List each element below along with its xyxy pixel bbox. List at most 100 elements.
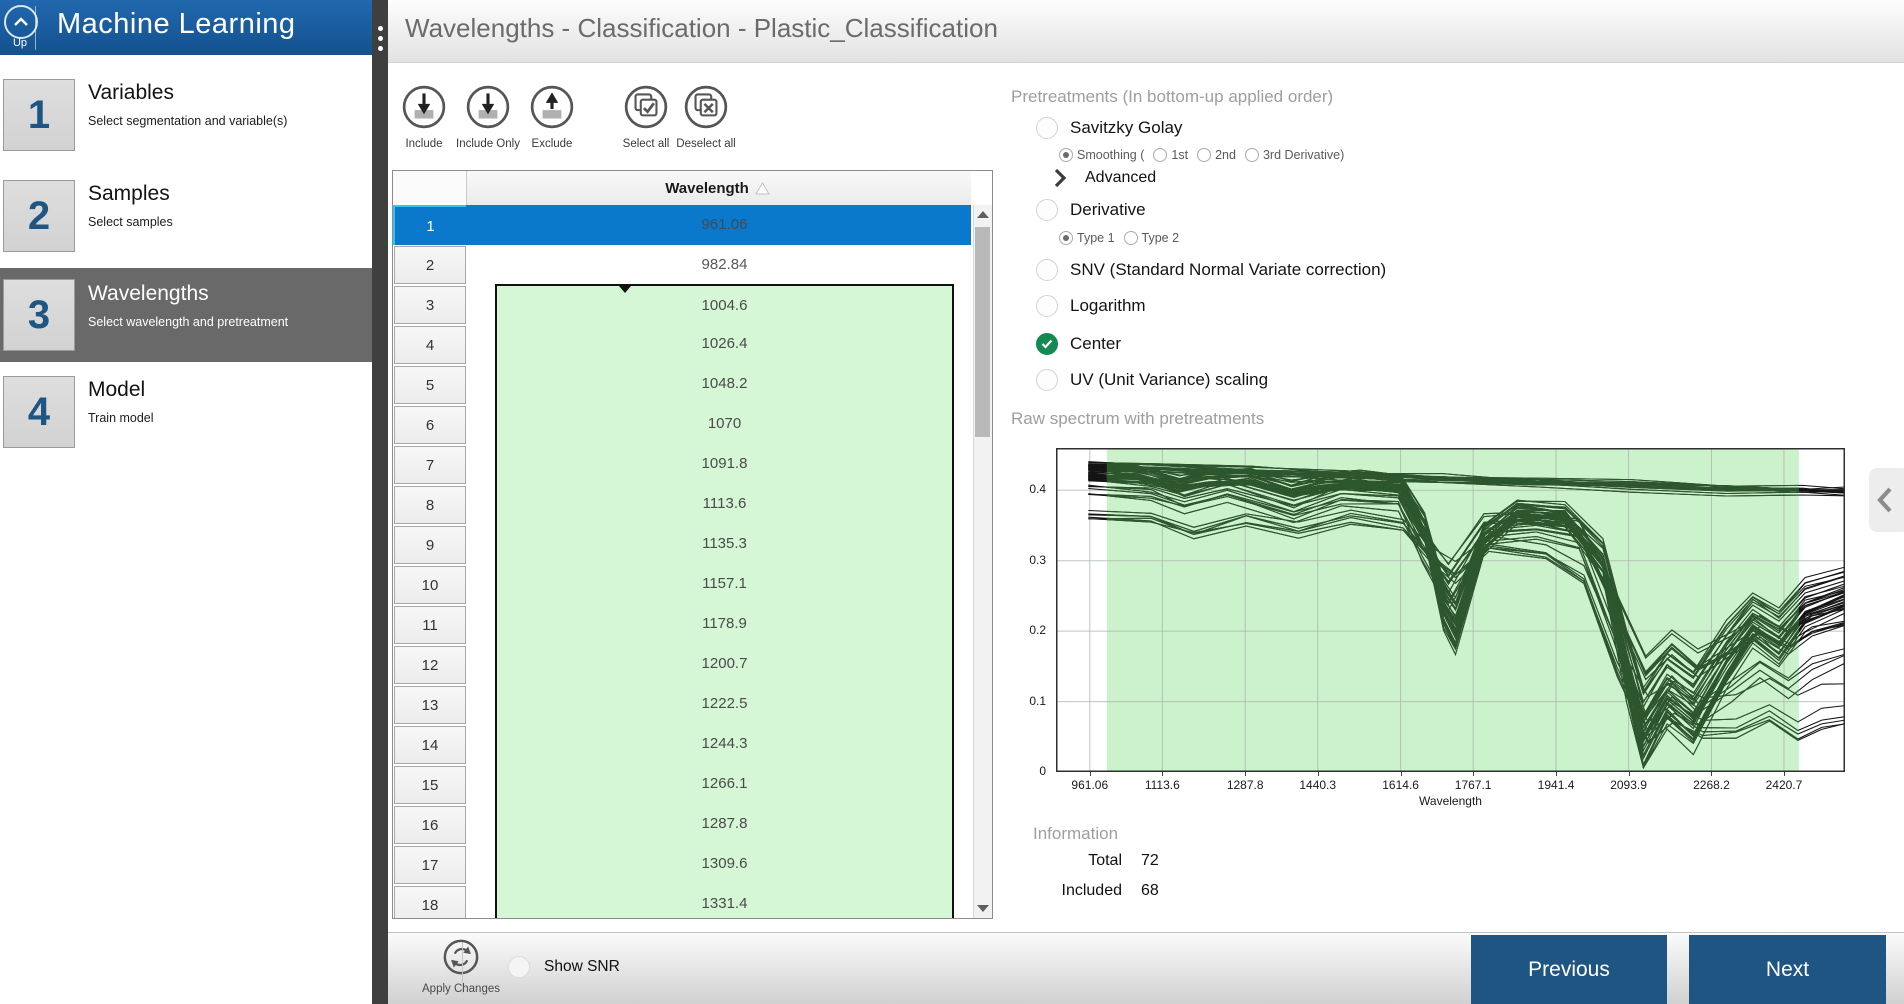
included-range-cell[interactable]: 1070 [495, 404, 954, 445]
wavelength-cell[interactable]: 1026.4 [466, 325, 971, 365]
pretreatment-derivative[interactable]: Derivative [1036, 199, 1146, 221]
included-range-cell[interactable]: 1135.3 [495, 524, 954, 565]
included-range-cell[interactable]: 1178.9 [495, 604, 954, 645]
wavelength-column-header[interactable]: Wavelength [665, 180, 749, 197]
pretreatment-snv[interactable]: SNV (Standard Normal Variate correction) [1036, 259, 1386, 281]
included-range-cell[interactable]: 1091.8 [495, 444, 954, 485]
table-row[interactable]: 111178.9 [393, 605, 971, 646]
smoothing-radio[interactable]: Smoothing ( [1059, 148, 1144, 162]
type-1-radio[interactable]: Type 1 [1059, 231, 1115, 245]
wavelength-cell[interactable]: 1331.4 [466, 885, 971, 919]
included-range-cell[interactable]: 1309.6 [495, 844, 954, 885]
deselect-all-button[interactable]: Deselect all [668, 84, 744, 150]
wavelength-cell[interactable]: 1287.8 [466, 805, 971, 845]
included-range-cell[interactable]: 1004.6 [495, 284, 954, 325]
included-range-cell[interactable]: 1048.2 [495, 364, 954, 405]
sidebar-step-variables[interactable]: 1 Variables Select segmentation and vari… [0, 77, 372, 157]
wavelength-cell[interactable]: 1135.3 [466, 525, 971, 565]
wavelength-cell[interactable]: 1004.6 [466, 285, 971, 325]
table-row[interactable]: 131222.5 [393, 685, 971, 726]
previous-button[interactable]: Previous [1471, 935, 1667, 1004]
wavelength-cell[interactable]: 1113.6 [466, 485, 971, 525]
row-number[interactable]: 14 [394, 726, 466, 764]
row-number[interactable]: 8 [394, 486, 466, 524]
scroll-up-icon[interactable] [977, 211, 989, 218]
sidebar-splitter[interactable] [372, 0, 388, 1004]
sidebar-step-wavelengths[interactable]: 3 Wavelengths Select wavelength and pret… [0, 268, 372, 362]
row-number[interactable]: 6 [394, 406, 466, 444]
wavelength-cell[interactable]: 982.84 [466, 245, 971, 285]
third-derivative-radio[interactable]: 3rd Derivative) [1245, 148, 1344, 162]
wavelength-cell[interactable]: 1222.5 [466, 685, 971, 725]
table-row[interactable]: 10 1157.1 [393, 565, 971, 606]
show-snr-toggle[interactable]: Show SNR [508, 956, 620, 978]
table-scrollbar[interactable] [973, 205, 992, 918]
scroll-down-icon[interactable] [977, 905, 989, 912]
included-range-cell[interactable]: 1331.4 [495, 884, 954, 919]
logarithm-checkbox[interactable] [1036, 295, 1058, 317]
wavelength-cell[interactable]: 1048.2 [466, 365, 971, 405]
table-row[interactable]: 9 1135.3 [393, 525, 971, 566]
row-number[interactable]: 13 [394, 686, 466, 724]
second-derivative-radio[interactable]: 2nd [1197, 148, 1236, 162]
table-row[interactable]: 6 1070 [393, 405, 971, 446]
collapse-panel-tab[interactable] [1869, 468, 1904, 532]
first-derivative-radio[interactable]: 1st [1153, 148, 1188, 162]
included-range-cell[interactable]: 1157.1 [495, 564, 954, 605]
included-range-cell[interactable]: 1244.3 [495, 724, 954, 765]
pretreatment-logarithm[interactable]: Logarithm [1036, 295, 1146, 317]
wavelength-cell[interactable]: 1157.1 [466, 565, 971, 605]
center-checked-icon[interactable] [1036, 333, 1058, 355]
wavelength-cell[interactable]: 1244.3 [466, 725, 971, 765]
row-number[interactable]: 3 [394, 286, 466, 324]
snv-checkbox[interactable] [1036, 259, 1058, 281]
table-row[interactable]: 3 1004.6 [393, 285, 971, 326]
included-range-cell[interactable]: 1287.8 [495, 804, 954, 845]
table-row[interactable]: 7 1091.8 [393, 445, 971, 486]
wavelength-cell[interactable]: 1070 [466, 405, 971, 445]
row-number[interactable]: 10 [394, 566, 466, 604]
show-snr-checkbox[interactable] [508, 956, 530, 978]
wavelength-cell[interactable]: 1200.7 [466, 645, 971, 685]
table-row[interactable]: 8 1113.6 [393, 485, 971, 526]
row-number[interactable]: 18 [394, 886, 466, 919]
wavelength-cell[interactable]: 1309.6 [466, 845, 971, 885]
row-number[interactable]: 2 [394, 246, 466, 284]
row-number[interactable]: 7 [394, 446, 466, 484]
table-row[interactable]: 15 1266.1 [393, 765, 971, 806]
advanced-expander[interactable]: Advanced [1053, 168, 1156, 188]
row-number[interactable]: 17 [394, 846, 466, 884]
row-number[interactable]: 16 [394, 806, 466, 844]
table-row[interactable]: 18 1331.4 [393, 885, 971, 919]
table-row[interactable]: 121200.7 [393, 645, 971, 686]
table-row[interactable]: 51048.2 [393, 365, 971, 406]
table-header[interactable]: Wavelength [393, 171, 971, 206]
table-row[interactable]: 2982.84 [393, 245, 971, 286]
wavelength-cell[interactable]: 1178.9 [466, 605, 971, 645]
apply-changes-button[interactable]: Apply Changes [416, 938, 506, 995]
uv-scaling-checkbox[interactable] [1036, 369, 1058, 391]
scrollbar-thumb[interactable] [975, 227, 990, 437]
row-number[interactable]: 9 [394, 526, 466, 564]
pretreatment-savitzky-golay[interactable]: Savitzky Golay [1036, 117, 1182, 139]
table-row[interactable]: 1961.06 [393, 205, 971, 246]
derivative-checkbox[interactable] [1036, 199, 1058, 221]
table-row[interactable]: 16 1287.8 [393, 805, 971, 846]
table-row[interactable]: 4 1026.4 [393, 325, 971, 366]
wavelength-cell[interactable]: 961.06 [466, 205, 971, 245]
included-range-cell[interactable]: 1266.1 [495, 764, 954, 805]
sidebar-step-samples[interactable]: 2 Samples Select samples [0, 178, 372, 258]
included-range-cell[interactable]: 1200.7 [495, 644, 954, 685]
next-button[interactable]: Next [1689, 935, 1886, 1004]
included-range-cell[interactable]: 1026.4 [495, 324, 954, 365]
row-number[interactable]: 1 [393, 205, 468, 247]
exclude-button[interactable]: Exclude [514, 84, 590, 150]
pretreatment-center[interactable]: Center [1036, 333, 1121, 355]
row-number[interactable]: 15 [394, 766, 466, 804]
table-row[interactable]: 17 1309.6 [393, 845, 971, 886]
included-range-cell[interactable]: 1113.6 [495, 484, 954, 525]
sidebar-step-model[interactable]: 4 Model Train model [0, 374, 372, 454]
up-button[interactable] [4, 5, 38, 39]
row-number[interactable]: 4 [394, 326, 466, 364]
pretreatment-uv-scaling[interactable]: UV (Unit Variance) scaling [1036, 369, 1268, 391]
